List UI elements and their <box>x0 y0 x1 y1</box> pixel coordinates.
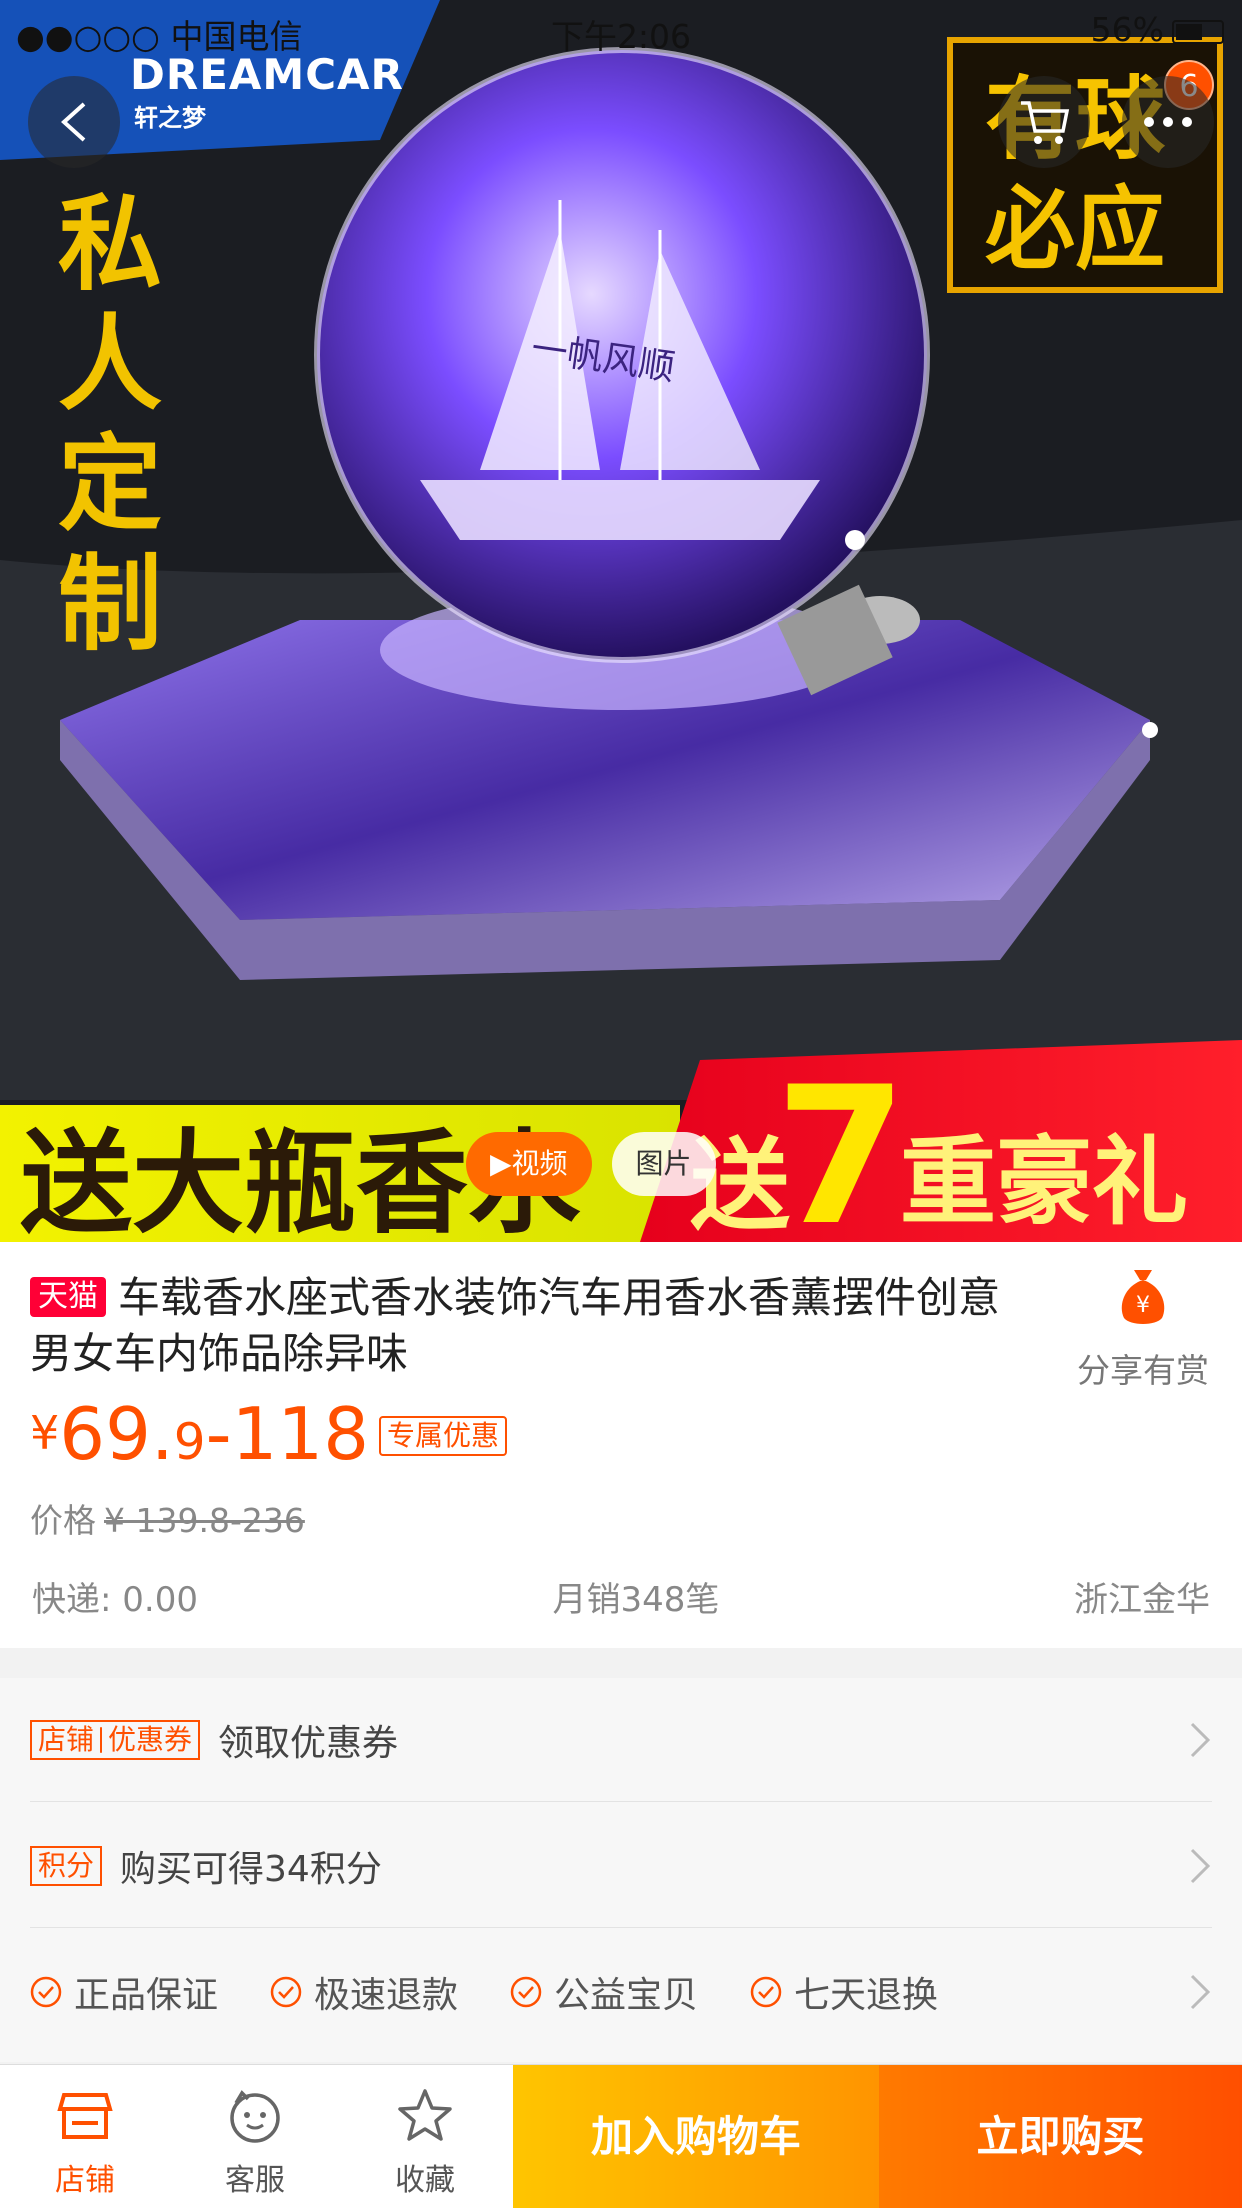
service-label: 客服 <box>225 2163 285 2198</box>
chevron-right-icon <box>1190 1974 1211 2010</box>
more-dots-icon <box>1144 117 1192 127</box>
video-tab[interactable]: ▶视频 <box>466 1132 592 1196</box>
product-photo: 一帆风顺 有球 必应 私 人 定 制 送大瓶香水 送 7 重豪礼 <box>0 0 1242 1242</box>
back-button[interactable] <box>28 76 120 168</box>
service-face-icon <box>230 2090 280 2143</box>
price-integer: 69. <box>59 1392 174 1476</box>
tmall-badge: 天猫 <box>30 1277 106 1317</box>
product-detail-page: 一帆风顺 有球 必应 私 人 定 制 送大瓶香水 送 7 重豪礼 <box>0 0 1242 2208</box>
share-reward-button[interactable]: ¥ 分享有赏 <box>1068 1266 1218 1392</box>
currency-symbol: ¥ <box>30 1406 60 1460</box>
price-high: -118 <box>205 1392 370 1476</box>
guarantee-item: 七天退换 <box>750 1966 938 2018</box>
store-coupon-tag: 店铺 优惠券 <box>30 1719 201 1760</box>
star-icon <box>398 2089 452 2141</box>
exclusive-offer-tag: 专属优惠 <box>379 1416 508 1456</box>
buy-now-button[interactable]: 立即购买 <box>879 2065 1242 2208</box>
store-button[interactable]: 店铺 <box>0 2065 170 2208</box>
original-price-row: 价格 ¥ 139.8-236 <box>30 1494 305 1542</box>
coupon-label: 领取优惠券 <box>218 1722 399 1764</box>
more-button[interactable] <box>1122 76 1214 168</box>
price-row: ¥69.9-118 专属优惠 <box>30 1392 508 1476</box>
battery-icon <box>1172 20 1224 44</box>
product-title-row: 天猫 车载香水座式香水装饰汽车用香水香薰摆件创意男女车内饰品除异味 <box>30 1270 1030 1382</box>
monthly-sales: 月销348笔 <box>552 1580 720 1620</box>
check-circle-icon <box>750 1976 782 2008</box>
store-label: 店铺 <box>55 2163 115 2198</box>
battery-indicator: 56% <box>1091 10 1224 49</box>
guarantee-item: 公益宝贝 <box>510 1966 698 2018</box>
media-switch: ▶视频 图片 <box>466 1132 716 1196</box>
banner-right-suffix: 重豪礼 <box>900 1126 1188 1238</box>
original-price: ¥ 139.8-236 <box>104 1501 305 1540</box>
store-icon <box>57 2093 113 2139</box>
points-row[interactable]: 积分 购买可得34积分 <box>30 1804 1212 1928</box>
promo-rows: 店铺优惠券 领取优惠券 积分 购买可得34积分 正品保证 极速退款 公益宝贝 <box>0 1678 1242 2062</box>
favorite-button[interactable]: 收藏 <box>340 2065 510 2208</box>
guarantee-item: 正品保证 <box>30 1966 218 2018</box>
clock: 下午2:06 <box>550 17 692 56</box>
check-circle-icon <box>510 1976 542 2008</box>
store-coupon-tag-b: 优惠券 <box>108 1722 193 1756</box>
points-tag: 积分 <box>30 1845 103 1886</box>
guarantee-label: 正品保证 <box>74 1975 219 2016</box>
photo-tab[interactable]: 图片 <box>611 1132 716 1196</box>
guarantee-label: 公益宝贝 <box>554 1975 699 2016</box>
check-circle-icon <box>270 1976 302 2008</box>
battery-percent: 56% <box>1090 10 1164 49</box>
check-circle-icon <box>30 1976 62 2008</box>
chevron-right-icon <box>1190 1722 1211 1758</box>
guarantee-row[interactable]: 正品保证 极速退款 公益宝贝 七天退换 <box>30 1930 1212 2054</box>
cart-icon <box>1021 101 1070 144</box>
chevron-right-icon <box>1190 1848 1211 1884</box>
guarantee-label: 七天退换 <box>794 1975 939 2016</box>
points-label: 购买可得34积分 <box>120 1848 382 1890</box>
svg-text:¥: ¥ <box>1136 1293 1150 1318</box>
favorite-label: 收藏 <box>395 2163 455 2198</box>
add-to-cart-button[interactable]: 加入购物车 <box>513 2065 879 2208</box>
ship-from-location: 浙江金华 <box>1074 1580 1210 1620</box>
cart-button[interactable] <box>998 76 1090 168</box>
share-reward-label: 分享有赏 <box>1077 1351 1209 1390</box>
store-coupon-tag-a: 店铺 <box>38 1722 95 1756</box>
shipping-fee: 快递: 0.00 <box>32 1580 198 1620</box>
product-title: 车载香水座式香水装饰汽车用香水香薰摆件创意男女车内饰品除异味 <box>30 1273 1001 1378</box>
brand-logo-sub: 轩之梦 <box>134 104 206 132</box>
money-bag-icon: ¥ <box>1121 1270 1165 1324</box>
guarantee-label: 极速退款 <box>314 1975 459 2016</box>
status-bar: ●●○○○ 中国电信 下午2:06 56% <box>0 0 1242 60</box>
chevron-left-icon <box>61 102 86 142</box>
customer-service-button[interactable]: 客服 <box>170 2065 340 2208</box>
shipping-sales-row: 快递: 0.00 月销348笔 浙江金华 <box>32 1572 1210 1621</box>
guarantee-item: 极速退款 <box>270 1966 458 2018</box>
original-price-label: 价格 <box>30 1501 96 1540</box>
bottom-action-bar: 店铺 客服 收藏 加入购物车 立即购买 <box>0 2064 1242 2208</box>
stamp-line2: 必应 <box>985 177 1165 282</box>
coupon-row[interactable]: 店铺 优惠券 领取优惠券 <box>30 1678 1212 1802</box>
product-image-carousel[interactable]: 一帆风顺 有球 必应 私 人 定 制 送大瓶香水 送 7 重豪礼 <box>0 0 1242 1242</box>
product-info: 天猫 车载香水座式香水装饰汽车用香水香薰摆件创意男女车内饰品除异味 ¥ 分享有赏 … <box>0 1242 1242 1648</box>
price-decimal: 9 <box>173 1413 206 1471</box>
banner-right-number: 7 <box>775 1046 907 1242</box>
